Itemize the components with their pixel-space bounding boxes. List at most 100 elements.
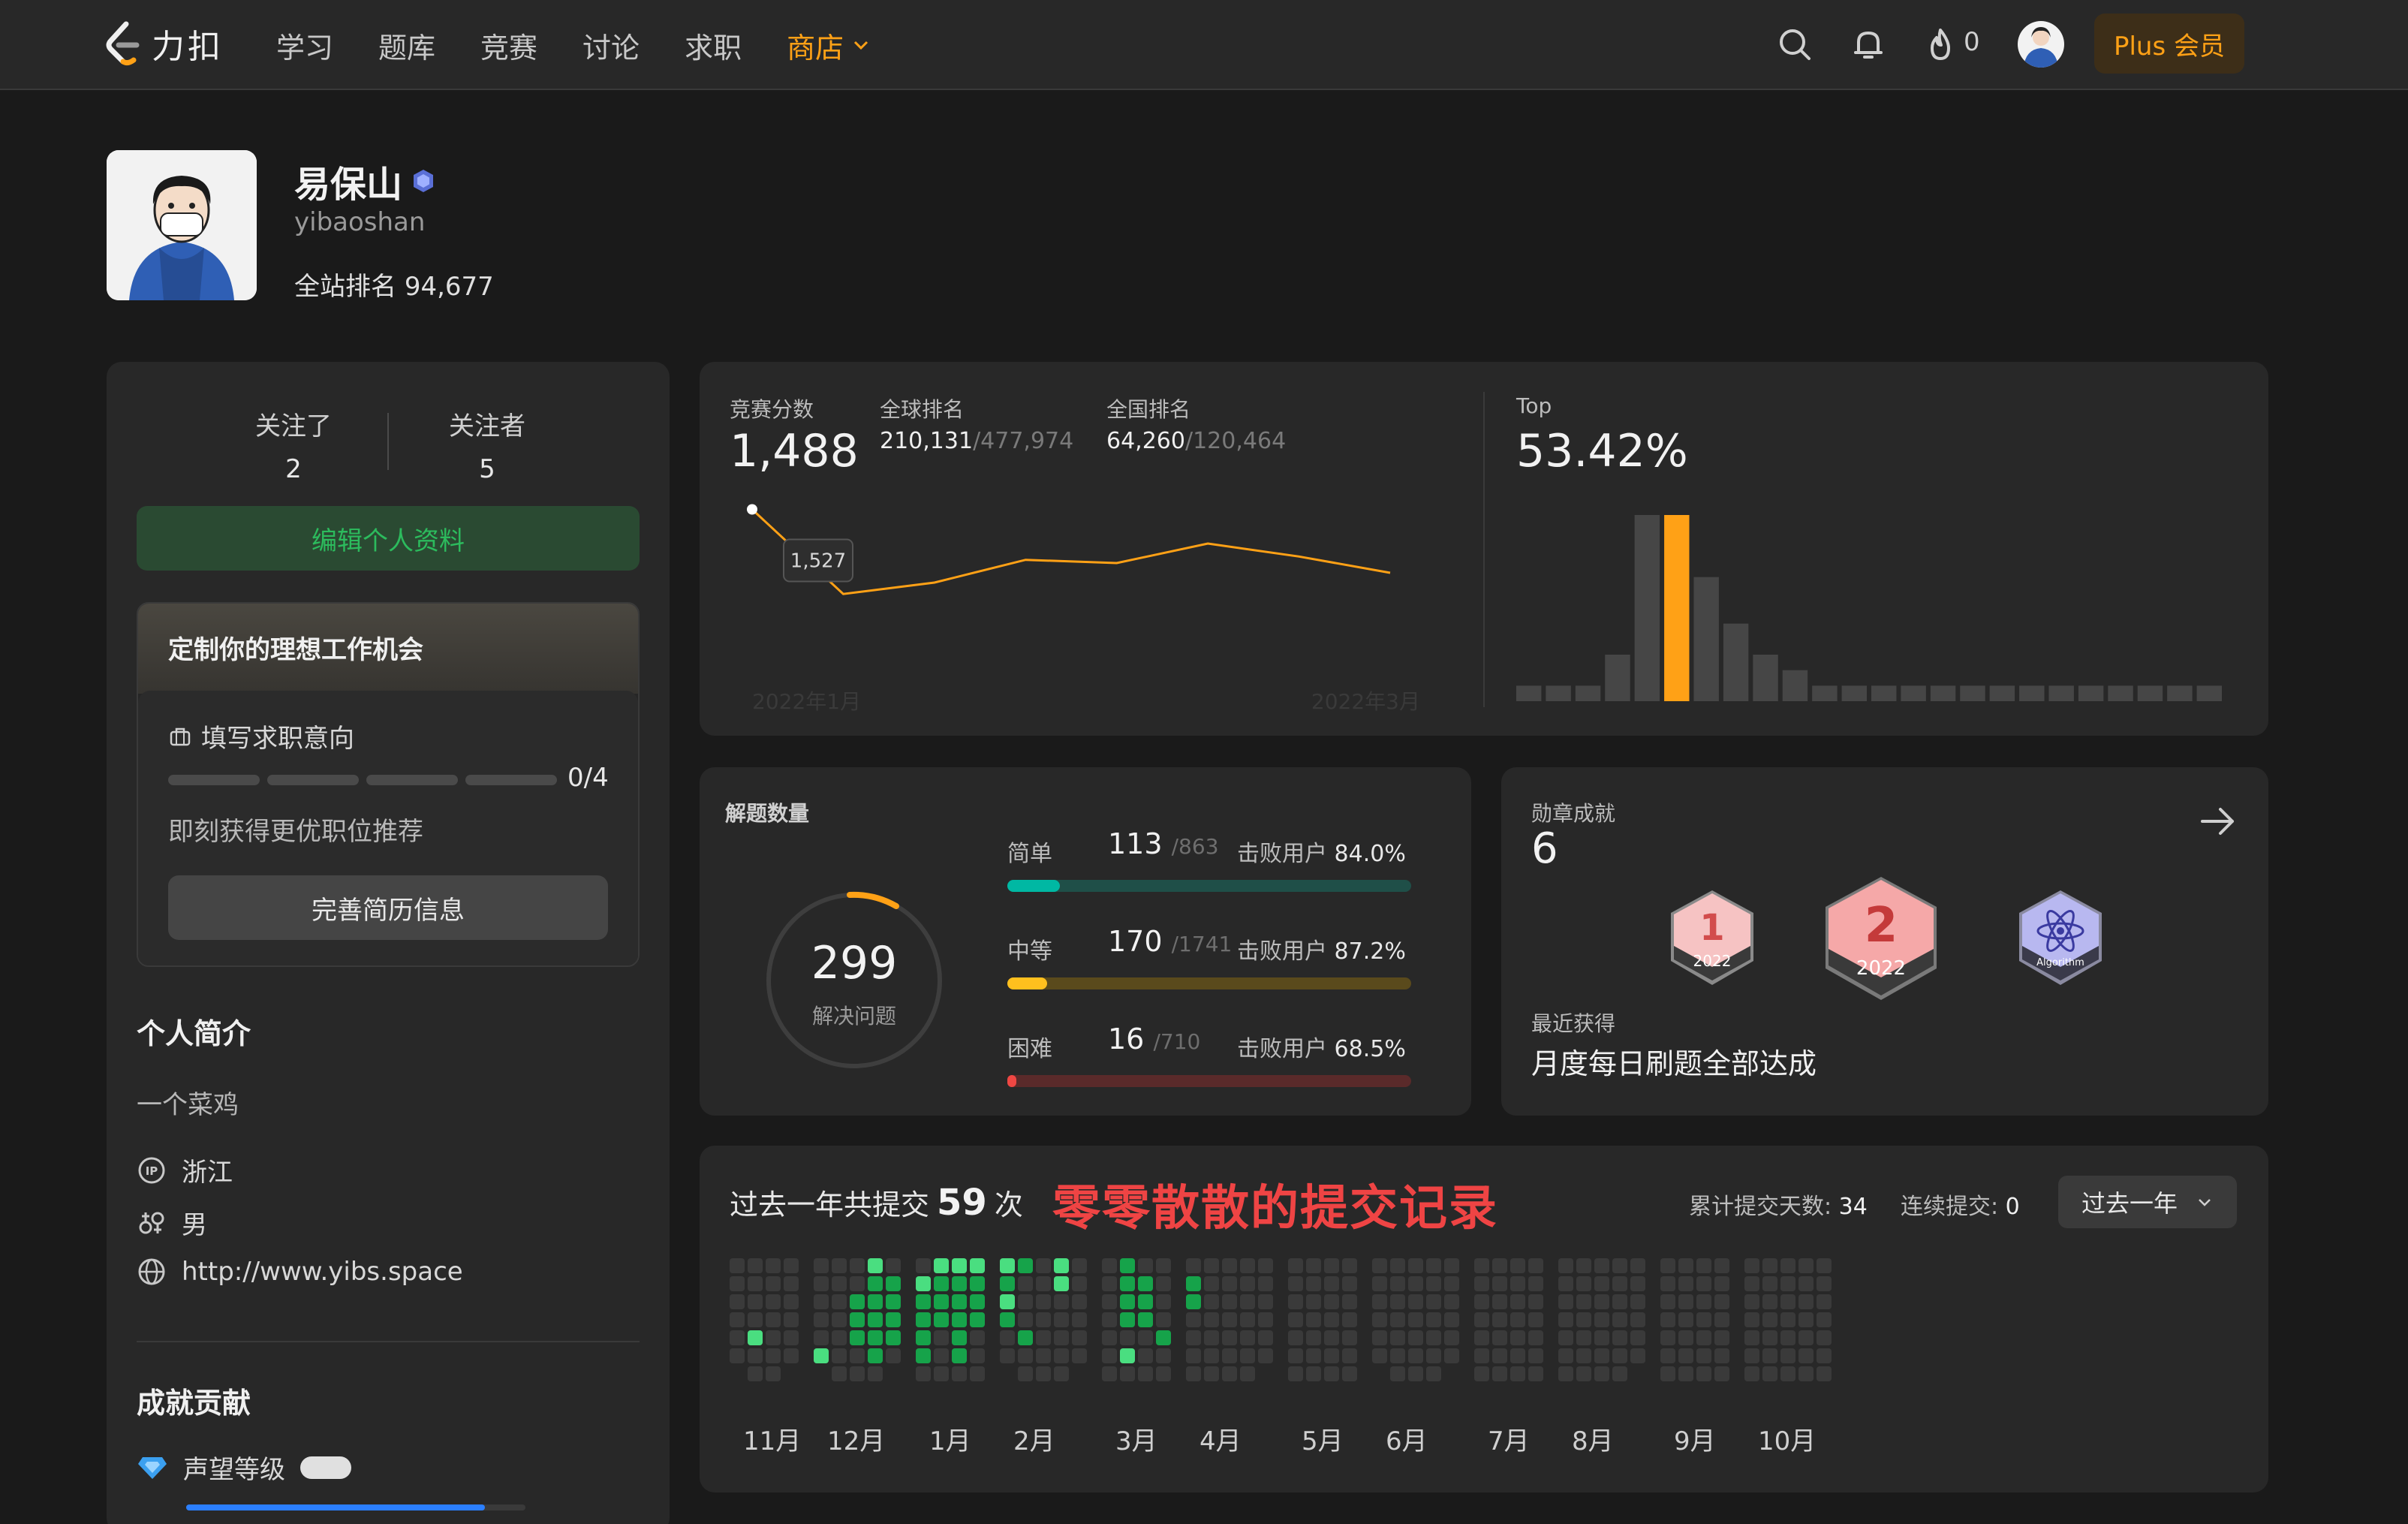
nav-link-problems[interactable]: 题库 bbox=[378, 25, 435, 66]
heatmap-cell bbox=[1630, 1312, 1645, 1327]
location-text: 浙江 bbox=[182, 1158, 233, 1188]
hard-beat: 击败用户 68.5% bbox=[1237, 1030, 1406, 1063]
website-link[interactable]: http://www.yibs.space bbox=[182, 1257, 463, 1287]
heatmap-month-label: 1月 bbox=[929, 1426, 971, 1456]
arrow-right-icon[interactable] bbox=[2196, 800, 2238, 842]
heatmap-cell bbox=[1204, 1276, 1219, 1291]
complete-resume-button[interactable]: 完善简历信息 bbox=[168, 875, 608, 940]
heatmap-cell bbox=[1204, 1294, 1219, 1309]
histogram-bar bbox=[1989, 685, 2015, 701]
profile-rank: 全站排名 94,677 bbox=[294, 266, 494, 303]
heatmap-cell bbox=[1054, 1258, 1069, 1273]
heatmap-cell bbox=[1630, 1294, 1645, 1309]
heatmap-cell bbox=[916, 1348, 931, 1363]
heatmap-cell bbox=[1204, 1366, 1219, 1381]
heatmap-cell bbox=[1222, 1312, 1237, 1327]
heatmap-cell bbox=[832, 1312, 847, 1327]
heatmap-cell bbox=[868, 1276, 883, 1291]
hard-solved: 16 bbox=[1108, 1023, 1145, 1056]
heatmap-cell bbox=[1660, 1294, 1675, 1309]
user-avatar[interactable] bbox=[2018, 21, 2064, 68]
histogram-bar bbox=[1575, 685, 1601, 701]
heatmap-cell bbox=[850, 1294, 865, 1309]
heatmap-cell bbox=[1696, 1276, 1711, 1291]
nav-link-store-label: 商店 bbox=[787, 31, 844, 65]
badge-algorithm[interactable]: Algorithm bbox=[2012, 886, 2109, 991]
histogram-bar bbox=[1664, 515, 1690, 701]
heatmap-cell bbox=[1510, 1312, 1525, 1327]
profile-name: 易保山 bbox=[294, 155, 437, 207]
heatmap-cell bbox=[1612, 1276, 1627, 1291]
hard-count: 16 /710 bbox=[1108, 1023, 1200, 1056]
nav-link-discuss[interactable]: 讨论 bbox=[582, 25, 640, 66]
heatmap-cell bbox=[1072, 1294, 1087, 1309]
nav-link-contest[interactable]: 竞赛 bbox=[480, 25, 537, 66]
logo[interactable]: 力扣 bbox=[104, 20, 224, 68]
heatmap-cell bbox=[934, 1294, 949, 1309]
heatmap-cell bbox=[748, 1330, 763, 1345]
heatmap-cell bbox=[1474, 1294, 1489, 1309]
heatmap-cell bbox=[952, 1294, 967, 1309]
heatmap-cell bbox=[1390, 1276, 1405, 1291]
heatmap-cell bbox=[970, 1348, 985, 1363]
heatmap-cell bbox=[1408, 1366, 1423, 1381]
heatmap-cell bbox=[1138, 1366, 1153, 1381]
heatmap-cell bbox=[1492, 1330, 1507, 1345]
heatmap-cell bbox=[1558, 1330, 1573, 1345]
heatmap-cell bbox=[1390, 1312, 1405, 1327]
global-rank-value: 210,131 bbox=[880, 428, 974, 454]
total-days-value: 34 bbox=[1838, 1194, 1868, 1220]
submissions-annotation: 零零散散的提交记录 bbox=[1052, 1181, 1498, 1236]
heatmap-cell bbox=[886, 1348, 901, 1363]
histogram-bar bbox=[2019, 685, 2045, 701]
heatmap-cell bbox=[1780, 1366, 1795, 1381]
heatmap-cell bbox=[1072, 1348, 1087, 1363]
badge-2022-2[interactable]: 2 2022 bbox=[1820, 872, 1943, 1004]
heatmap-cell bbox=[1000, 1276, 1015, 1291]
heatmap-cell bbox=[1204, 1330, 1219, 1345]
histogram-bar bbox=[1693, 577, 1719, 701]
heatmap-cell bbox=[1714, 1258, 1729, 1273]
heatmap-cell bbox=[868, 1330, 883, 1345]
submissions-card: 过去一年共提交 59 次 零零散散的提交记录 累计提交天数: 34 连续提交: … bbox=[700, 1146, 2268, 1492]
heatmap-cell bbox=[1324, 1348, 1339, 1363]
fire-count: 0 bbox=[1964, 27, 1980, 57]
gender-text: 男 bbox=[182, 1210, 207, 1240]
heatmap-cell bbox=[1288, 1312, 1303, 1327]
heatmap-cell bbox=[916, 1312, 931, 1327]
heatmap-cell bbox=[1780, 1294, 1795, 1309]
edit-profile-button[interactable]: 编辑个人资料 bbox=[137, 506, 640, 571]
job-opportunity-card: 定制你的理想工作机会 填写求职意向 0/4 即刻获得更优职位推荐 完善简历信息 bbox=[137, 602, 640, 967]
badge-2022-1[interactable]: 1 2022 bbox=[1663, 886, 1761, 991]
heatmap-cell bbox=[1492, 1348, 1507, 1363]
heatmap-cell bbox=[1408, 1294, 1423, 1309]
total-days-label: 累计提交天数: bbox=[1689, 1194, 1832, 1220]
website-row[interactable]: http://www.yibs.space bbox=[137, 1257, 463, 1287]
top-percentage: 53.42% bbox=[1516, 425, 1688, 477]
heatmap-cell bbox=[1222, 1348, 1237, 1363]
followers-stat[interactable]: 关注者 5 bbox=[393, 405, 581, 484]
nav-link-jobs[interactable]: 求职 bbox=[685, 25, 742, 66]
year-range-select[interactable]: 过去一年 bbox=[2058, 1176, 2237, 1228]
heatmap-cell bbox=[1474, 1312, 1489, 1327]
chart-end-label: 2022年3月 bbox=[1311, 689, 1420, 714]
nav-link-learn[interactable]: 学习 bbox=[276, 25, 333, 66]
bell-icon[interactable] bbox=[1850, 26, 1887, 63]
solved-problems-card: 解题数量 299 解决问题 简单 113 /863 击败用户 84.0% 中等 … bbox=[700, 767, 1471, 1116]
submission-heatmap bbox=[730, 1258, 1832, 1381]
heatmap-cell bbox=[1306, 1348, 1321, 1363]
heatmap-cell bbox=[1288, 1348, 1303, 1363]
contest-rating-chart[interactable]: 1,527 2022年1月 2022年3月 bbox=[730, 497, 1450, 715]
medium-label: 中等 bbox=[1007, 938, 1052, 965]
fire-icon[interactable] bbox=[1923, 26, 1958, 63]
heatmap-cell bbox=[1678, 1366, 1693, 1381]
easy-beat-value: 84.0% bbox=[1334, 841, 1406, 867]
following-stat[interactable]: 关注了 2 bbox=[200, 405, 387, 484]
heatmap-cell bbox=[1474, 1276, 1489, 1291]
heatmap-cell bbox=[1156, 1330, 1171, 1345]
heatmap-cell bbox=[1630, 1276, 1645, 1291]
search-icon[interactable] bbox=[1776, 26, 1814, 63]
heatmap-cell bbox=[1780, 1276, 1795, 1291]
nav-link-store[interactable]: 商店 bbox=[787, 25, 871, 66]
plus-member-button[interactable]: Plus 会员 bbox=[2094, 14, 2244, 74]
